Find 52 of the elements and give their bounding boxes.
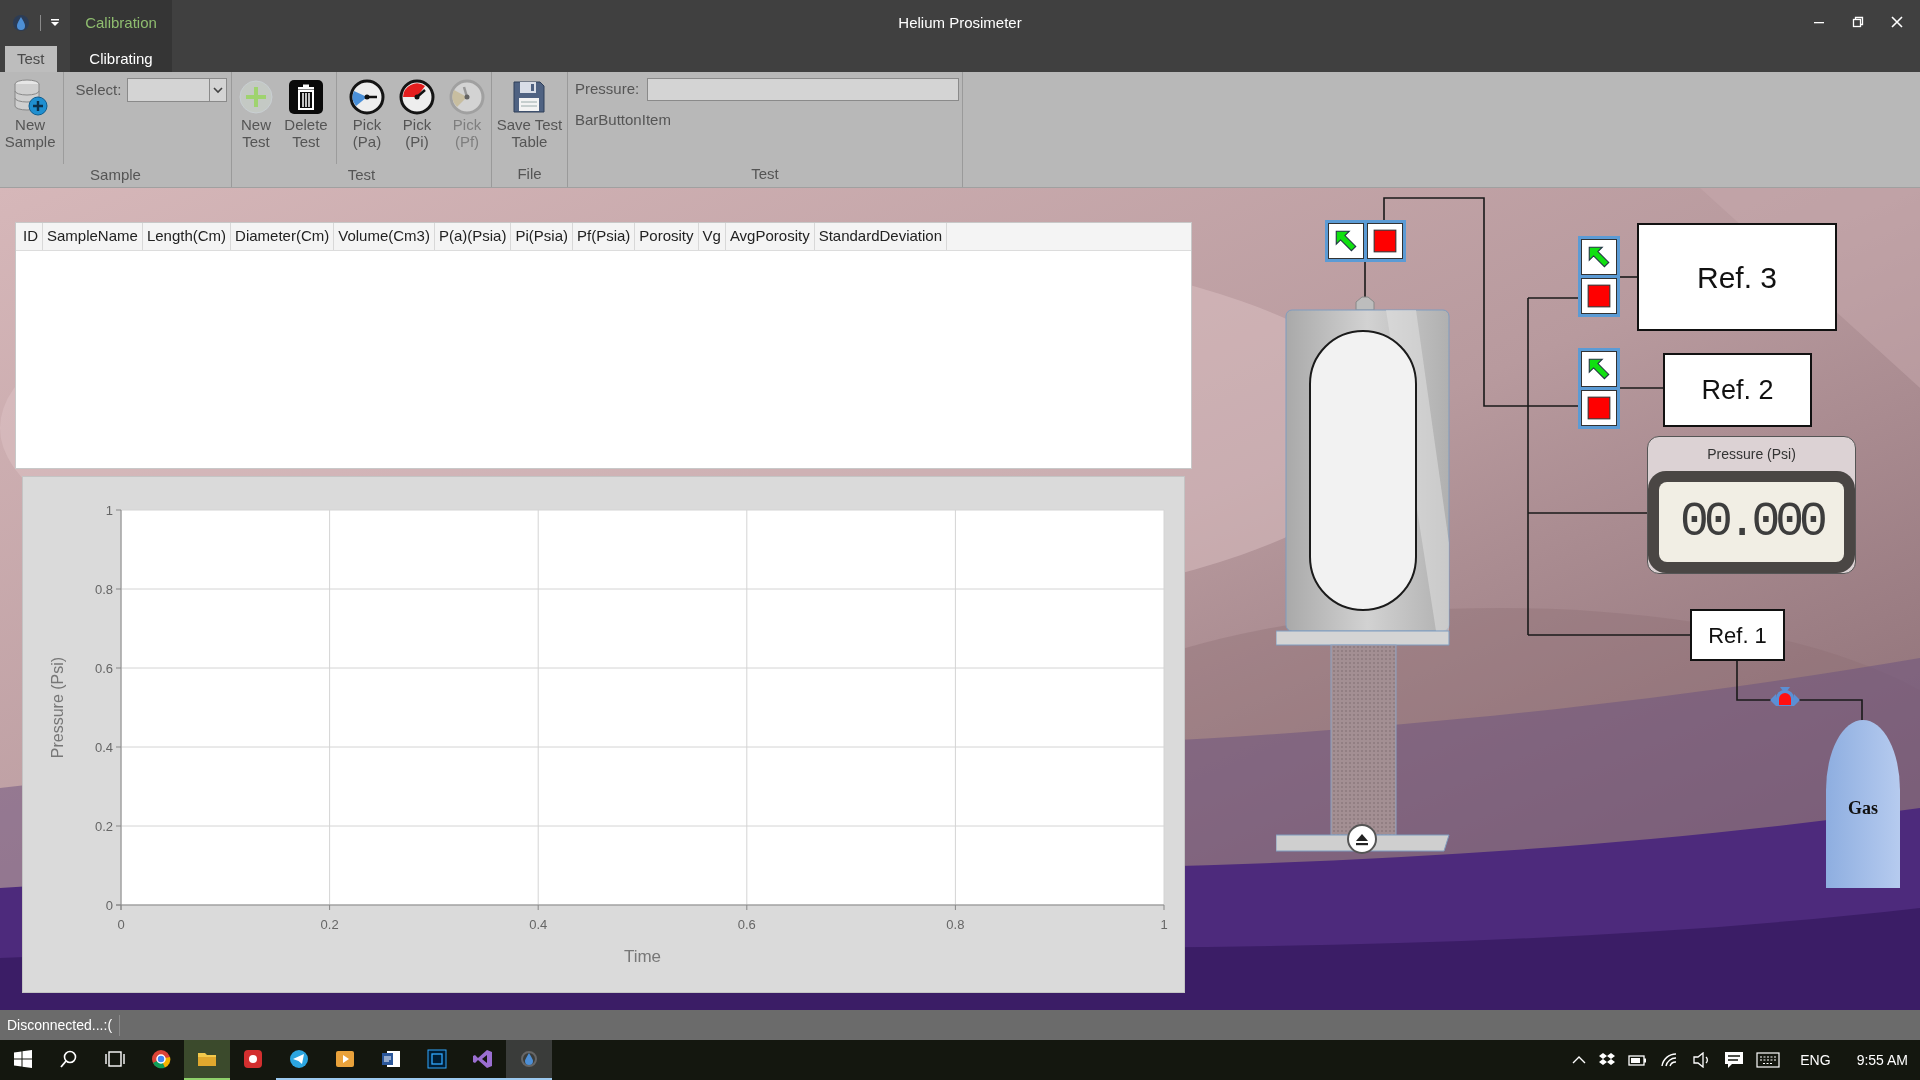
tick-label: 0 xyxy=(105,898,113,913)
group-caption: Test xyxy=(347,165,376,186)
ribbon-tab[interactable]: Test xyxy=(5,46,57,72)
ribbon-button[interactable]: New Sample xyxy=(3,72,57,150)
tick-label: 0.4 xyxy=(94,740,113,755)
tick-label: 0.8 xyxy=(946,917,965,932)
tick-label: 0 xyxy=(117,917,125,932)
tick-label: 1 xyxy=(1160,917,1168,932)
group-caption: File xyxy=(517,163,542,184)
gas-label: Gas xyxy=(1848,797,1878,820)
column-header[interactable]: SampleName xyxy=(43,223,143,250)
column-header[interactable]: Pf(Psia) xyxy=(573,223,636,250)
tick-label: 0.2 xyxy=(94,819,113,834)
field-label: Pressure: xyxy=(575,79,640,100)
tick-label: 0.6 xyxy=(94,661,113,676)
ribbon-button[interactable]: Pick (Pi) xyxy=(393,72,441,150)
column-header[interactable]: AvgPorosity xyxy=(725,223,815,250)
column-header[interactable]: Diameter(Cm) xyxy=(231,223,335,250)
tick-label: 0.8 xyxy=(94,582,113,597)
display-title: Pressure (Psi) xyxy=(1707,444,1796,464)
ribbon-button[interactable]: Delete Test xyxy=(282,72,330,150)
tick-label: 0.6 xyxy=(737,917,756,932)
axis-title: Time xyxy=(623,947,662,966)
pressure-reading: 00.000 xyxy=(1680,498,1823,546)
field-label: Select: xyxy=(75,79,122,100)
column-header[interactable]: Vg xyxy=(698,223,726,250)
column-header[interactable]: Length(Cm) xyxy=(142,223,232,250)
axis-title: Pressure (Psi) xyxy=(49,656,66,759)
ribbon-button[interactable]: New Test xyxy=(232,72,280,150)
chamber-label: Ref. 3 xyxy=(1696,259,1777,296)
group-caption: Test xyxy=(751,163,779,184)
chamber-label: Ref. 2 xyxy=(1701,373,1774,407)
ribbon-button[interactable]: Save Test Table xyxy=(495,72,564,150)
tick-label: 0.2 xyxy=(320,917,339,932)
column-header[interactable]: StandardDeviation xyxy=(814,223,948,250)
column-header[interactable]: Volume(Cm3) xyxy=(334,223,435,250)
status-text: Disconnected...:( xyxy=(0,1014,121,1036)
ribbon-button[interactable]: BarButtonItem xyxy=(575,109,671,132)
context-tab-group-label: Calibration xyxy=(85,12,157,33)
ribbon-tab[interactable]: Clibrating xyxy=(77,46,165,72)
column-header[interactable]: Pi(Psia) xyxy=(511,223,573,250)
group-caption: Sample xyxy=(90,165,141,186)
tick-label: 0.4 xyxy=(529,917,548,932)
clock[interactable]: 9:55 AM xyxy=(1856,1049,1908,1071)
language-indicator[interactable]: ENG xyxy=(1800,1049,1831,1071)
column-header[interactable]: ID xyxy=(19,223,43,250)
chamber-label: Ref. 1 xyxy=(1708,621,1767,650)
column-header[interactable]: P(a)(Psia) xyxy=(434,223,512,250)
window-title: Helium Prosimeter xyxy=(898,13,1022,33)
tick-label: 1 xyxy=(105,503,113,518)
column-header[interactable]: Porosity xyxy=(635,223,699,250)
ribbon-button[interactable]: Pick (Pa) xyxy=(343,72,391,150)
